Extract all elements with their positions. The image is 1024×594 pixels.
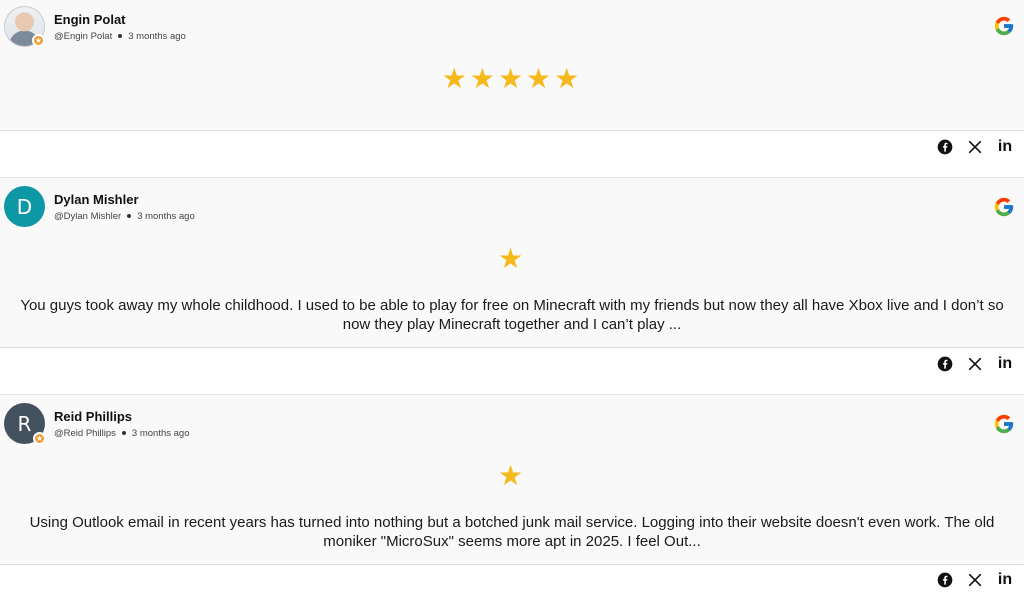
review-header: D Dylan Mishler @Dylan Mishler 3 months …	[4, 186, 195, 227]
avatar-letter: D	[16, 194, 33, 219]
avatar[interactable]: ★	[4, 6, 45, 47]
author-name[interactable]: Engin Polat	[54, 12, 186, 27]
facebook-icon[interactable]	[934, 136, 956, 158]
share-bar: in	[0, 347, 1024, 379]
review-text: You guys took away my whole childhood. I…	[20, 297, 1004, 333]
review-meta: Reid Phillips @Reid Phillips 3 months ag…	[54, 409, 190, 439]
star-rating: ★★★★★	[441, 63, 583, 94]
review-card: R ★ Reid Phillips @Reid Phillips 3 month…	[0, 394, 1024, 564]
share-bar: in	[0, 564, 1024, 594]
x-icon[interactable]	[964, 136, 986, 158]
avatar[interactable]: R ★	[4, 403, 46, 445]
share-bar: in	[0, 130, 1024, 162]
local-guide-badge-icon: ★	[32, 34, 45, 47]
avatar[interactable]: D	[4, 186, 45, 227]
author-name[interactable]: Dylan Mishler	[54, 192, 195, 207]
separator-dot	[118, 34, 123, 38]
review-card: D Dylan Mishler @Dylan Mishler 3 months …	[0, 177, 1024, 347]
google-icon[interactable]	[993, 15, 1015, 37]
google-icon[interactable]	[993, 196, 1015, 218]
author-name[interactable]: Reid Phillips	[54, 409, 190, 424]
review-text: Using Outlook email in recent years has …	[29, 514, 995, 550]
review-meta: Dylan Mishler @Dylan Mishler 3 months ag…	[54, 192, 195, 222]
avatar-letter: R	[17, 411, 32, 436]
facebook-icon[interactable]	[934, 353, 956, 375]
review-time: 3 months ago	[128, 30, 186, 42]
local-guide-badge-icon: ★	[33, 432, 46, 445]
review-subline: @Dylan Mishler 3 months ago	[54, 211, 195, 222]
linkedin-icon[interactable]: in	[994, 353, 1016, 375]
separator-dot	[121, 431, 126, 435]
star-rating: ★	[497, 460, 527, 491]
review-meta: Engin Polat @Engin Polat 3 months ago	[54, 12, 186, 42]
review-subline: @Engin Polat 3 months ago	[54, 31, 186, 42]
linkedin-icon[interactable]: in	[994, 136, 1016, 158]
review-time: 3 months ago	[131, 427, 190, 439]
author-handle: @Dylan Mishler	[54, 210, 122, 222]
separator-dot	[127, 214, 132, 218]
review-time: 3 months ago	[137, 210, 195, 222]
x-icon[interactable]	[964, 569, 986, 591]
review-header: ★ Engin Polat @Engin Polat 3 months ago	[4, 6, 186, 47]
review-subline: @Reid Phillips 3 months ago	[54, 428, 190, 439]
author-handle: @Engin Polat	[54, 30, 113, 42]
review-card: ★ Engin Polat @Engin Polat 3 months ago …	[0, 0, 1024, 130]
linkedin-icon[interactable]: in	[994, 569, 1016, 591]
facebook-icon[interactable]	[934, 569, 956, 591]
author-handle: @Reid Phillips	[54, 427, 116, 439]
review-header: R ★ Reid Phillips @Reid Phillips 3 month…	[4, 403, 190, 445]
review-list: ★ Engin Polat @Engin Polat 3 months ago …	[0, 0, 1024, 594]
google-icon[interactable]	[993, 413, 1015, 435]
star-rating: ★	[497, 243, 527, 274]
x-icon[interactable]	[964, 353, 986, 375]
